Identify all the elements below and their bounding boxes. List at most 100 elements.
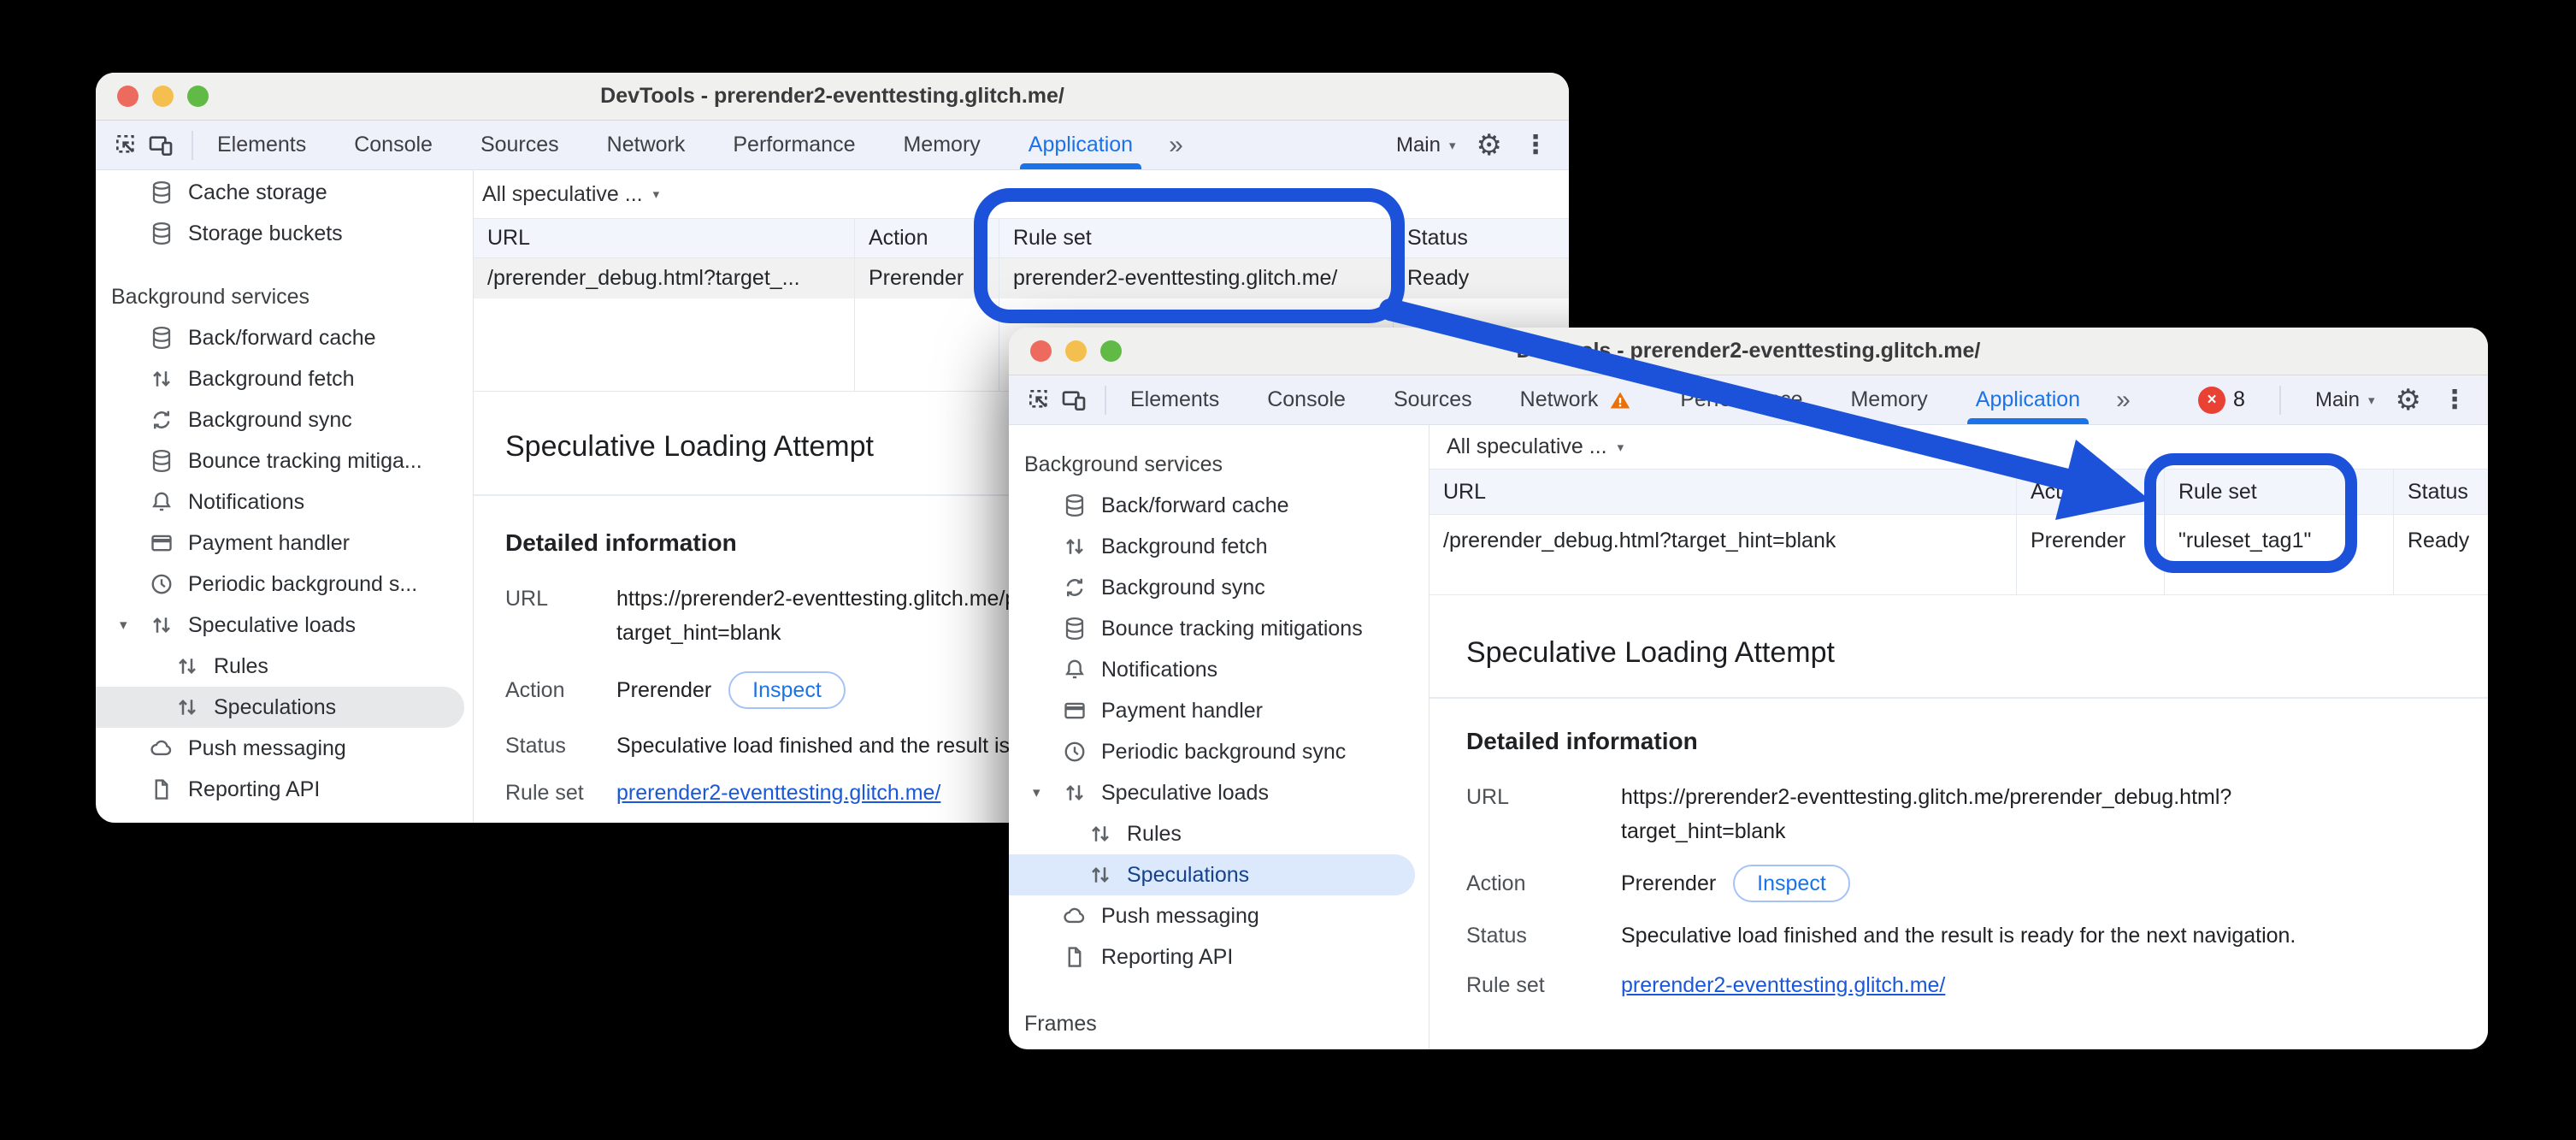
console-errors-badge[interactable]: × 8 [2198, 387, 2245, 414]
cell-action: Prerender [2016, 515, 2164, 566]
tab-application[interactable]: Application [1976, 375, 2080, 424]
error-circle-icon: × [2198, 387, 2225, 414]
sidebar-item-background-fetch[interactable]: Background fetch [96, 358, 473, 399]
sidebar-item-payment-handler[interactable]: Payment handler [96, 523, 473, 564]
close-window-button[interactable] [1030, 340, 1052, 362]
sidebar-item-back-forward-cache[interactable]: Back/forward cache [96, 317, 473, 358]
inspect-button[interactable]: Inspect [728, 671, 846, 709]
tab-elements[interactable]: Elements [1130, 375, 1219, 424]
tab-network[interactable]: Network [607, 121, 686, 169]
table-row-speculation[interactable]: /prerender_debug.html?target_... Prerend… [474, 258, 1569, 298]
inspect-button[interactable]: Inspect [1733, 865, 1850, 902]
tab-sources[interactable]: Sources [480, 121, 559, 169]
sidebar-item-back-forward-cache[interactable]: Back/forward cache [1009, 485, 1429, 526]
sidebar-item-speculations-selected[interactable]: Speculations [1009, 854, 1415, 895]
url-value-line1: https://prerender2-eventtesting.glitch.m… [1621, 780, 2231, 814]
sidebar-section-background-services: Background services [1009, 444, 1429, 485]
devtools-window-front: DevTools - prerender2-eventtesting.glitc… [1009, 328, 2488, 1049]
sidebar-item-speculative-loads[interactable]: ▾ Speculative loads [96, 605, 473, 646]
tab-performance[interactable]: Performance [1680, 375, 1802, 424]
sidebar-item-reporting-api[interactable]: Reporting API [96, 769, 473, 810]
inspect-element-icon[interactable] [109, 128, 144, 162]
sidebar-item-rules[interactable]: Rules [1009, 813, 1429, 854]
sidebar-item-bounce-tracking[interactable]: Bounce tracking mitiga... [96, 440, 473, 481]
rule-set-link[interactable]: prerender2-eventtesting.glitch.me/ [616, 781, 940, 806]
sidebar-item-push-messaging[interactable]: Push messaging [1009, 895, 1429, 936]
minimize-window-button[interactable] [1065, 340, 1087, 362]
tab-console[interactable]: Console [354, 121, 433, 169]
more-tabs-icon[interactable]: » [1169, 131, 1185, 160]
detail-row-status: Status Speculative load finished and the… [1429, 915, 2488, 956]
status-value: Speculative load finished and the result… [1621, 924, 2296, 948]
column-header-status: Status [1393, 219, 1569, 257]
tab-sources[interactable]: Sources [1394, 375, 1472, 424]
cell-rule-set: "ruleset_tag1" [2164, 515, 2393, 566]
table-row-speculation[interactable]: /prerender_debug.html?target_hint=blank … [1429, 515, 2488, 566]
toolbar-divider [192, 131, 193, 160]
bell-icon [1062, 657, 1088, 682]
sidebar-item-storage-buckets[interactable]: Storage buckets [96, 213, 473, 254]
settings-gear-icon[interactable]: ⚙ [1477, 131, 1502, 160]
sidebar-item-notifications[interactable]: Notifications [96, 481, 473, 523]
sidebar-item-background-sync[interactable]: Background sync [96, 399, 473, 440]
up-down-arrows-icon [149, 612, 174, 638]
error-count: 8 [2233, 387, 2245, 412]
titlebar-front: DevTools - prerender2-eventtesting.glitc… [1009, 328, 2488, 375]
chevron-down-icon: ▾ [2368, 393, 2375, 408]
kebab-menu-icon[interactable]: ⋮ [2442, 387, 2467, 413]
speculations-pane-front: All speculative ... ▾ URL Action Rule se… [1429, 425, 2488, 1049]
column-header-status: Status [2393, 470, 2488, 514]
up-down-arrows-icon [1088, 862, 1113, 888]
device-toolbar-icon[interactable] [144, 128, 178, 162]
sidebar-item-cache-storage[interactable]: Cache storage [96, 172, 473, 213]
sidebar-item-background-fetch[interactable]: Background fetch [1009, 526, 1429, 567]
disclosure-triangle-icon[interactable]: ▾ [120, 617, 127, 634]
column-header-url: URL [474, 219, 854, 257]
minimize-window-button[interactable] [152, 86, 174, 107]
warning-triangle-icon [1608, 389, 1632, 411]
kebab-menu-icon[interactable]: ⋮ [1523, 133, 1548, 158]
sidebar-item-background-sync[interactable]: Background sync [1009, 567, 1429, 608]
column-header-action: Action [2016, 470, 2164, 514]
context-selector[interactable]: Main ▾ [2315, 388, 2375, 412]
tab-application[interactable]: Application [1029, 121, 1133, 169]
tab-elements[interactable]: Elements [217, 121, 306, 169]
close-window-button[interactable] [117, 86, 139, 107]
payment-card-icon [1062, 698, 1088, 724]
tab-memory[interactable]: Memory [903, 121, 980, 169]
more-tabs-icon[interactable]: » [2116, 386, 2132, 415]
tab-memory[interactable]: Memory [1850, 375, 1927, 424]
speculations-filter-dropdown[interactable]: All speculative ... ▾ [1429, 425, 2488, 469]
rule-set-link[interactable]: prerender2-eventtesting.glitch.me/ [1621, 973, 1945, 998]
disclosure-triangle-icon[interactable]: ▾ [1033, 784, 1040, 801]
sidebar-item-periodic-background-sync[interactable]: Periodic background sync [1009, 731, 1429, 772]
database-icon [1062, 493, 1088, 518]
tab-performance[interactable]: Performance [733, 121, 855, 169]
sidebar-item-notifications[interactable]: Notifications [1009, 649, 1429, 690]
sidebar-item-reporting-api[interactable]: Reporting API [1009, 936, 1429, 978]
context-selector[interactable]: Main ▾ [1396, 133, 1456, 157]
tab-network[interactable]: Network [1520, 375, 1633, 424]
sidebar-item-speculative-loads[interactable]: ▾ Speculative loads [1009, 772, 1429, 813]
cell-url: /prerender_debug.html?target_... [474, 258, 854, 298]
table-header-row: URL Action Rule set Status [474, 218, 1569, 258]
sidebar-item-payment-handler[interactable]: Payment handler [1009, 690, 1429, 731]
inspect-element-icon[interactable] [1023, 383, 1057, 417]
sidebar-item-speculations-selected[interactable]: Speculations [96, 687, 464, 728]
devtools-toolbar-front: Elements Console Sources Network Perform… [1009, 375, 2488, 425]
settings-gear-icon[interactable]: ⚙ [2396, 386, 2421, 415]
panel-tabs: Elements Console Sources Network Perform… [217, 121, 1133, 169]
sidebar-section-background-services: Background services [96, 276, 473, 317]
clock-icon [1062, 739, 1088, 765]
zoom-window-button[interactable] [1100, 340, 1122, 362]
attempt-heading: Speculative Loading Attempt [1429, 629, 2488, 676]
sidebar-item-bounce-tracking[interactable]: Bounce tracking mitigations [1009, 608, 1429, 649]
sidebar-item-rules[interactable]: Rules [96, 646, 473, 687]
zoom-window-button[interactable] [187, 86, 209, 107]
cell-url: /prerender_debug.html?target_hint=blank [1429, 515, 2016, 566]
device-toolbar-icon[interactable] [1057, 383, 1091, 417]
sidebar-item-periodic-background-sync[interactable]: Periodic background s... [96, 564, 473, 605]
sidebar-item-push-messaging[interactable]: Push messaging [96, 728, 473, 769]
tab-console[interactable]: Console [1267, 375, 1346, 424]
speculations-filter-dropdown[interactable]: All speculative ... ▾ [474, 170, 1569, 218]
